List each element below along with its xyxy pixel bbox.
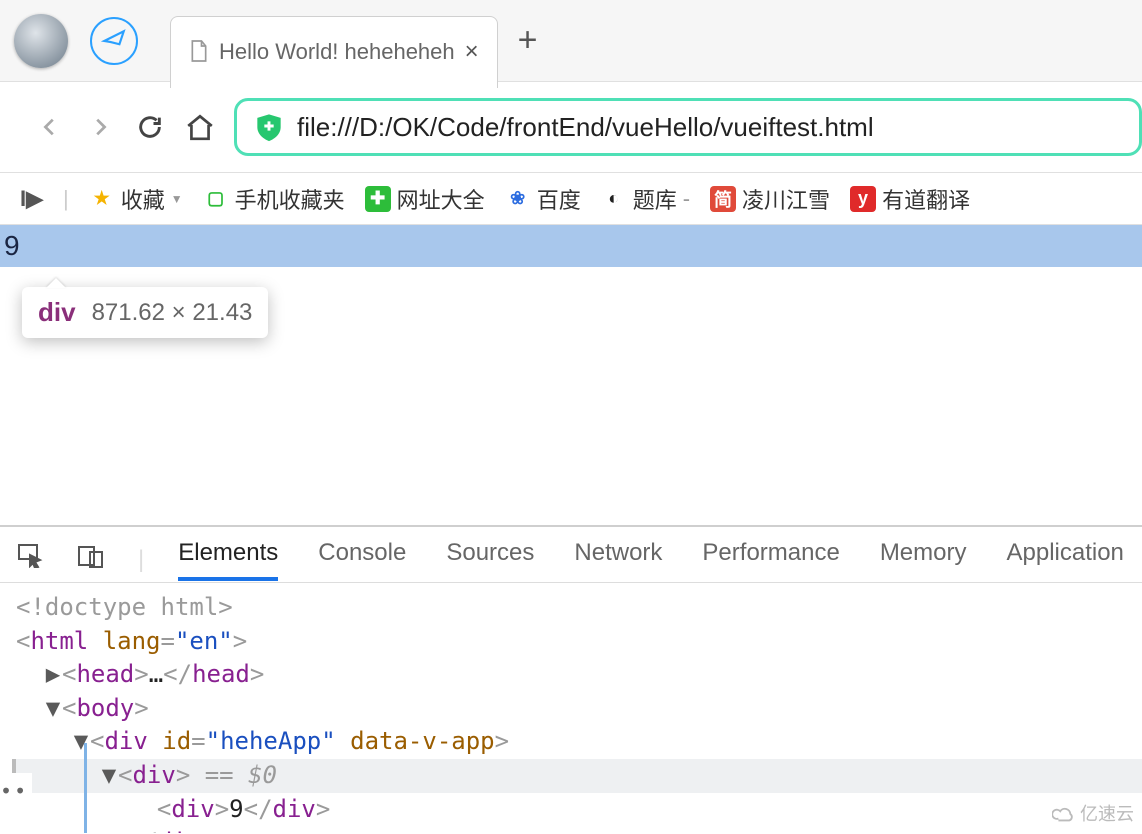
address-bar-row: file:///D:/OK/Code/frontEnd/vueHello/vue…: [0, 82, 1142, 173]
dom-html-open[interactable]: <html lang="en">: [16, 625, 1142, 659]
profile-avatar[interactable]: [14, 14, 68, 68]
collapse-icon[interactable]: ▼: [44, 692, 62, 726]
forward-button[interactable]: [84, 109, 116, 145]
dom-body-open[interactable]: ▼<body>: [16, 692, 1142, 726]
bookmark-label: 收藏: [121, 183, 165, 215]
bookmark-label: 百度: [537, 183, 581, 215]
watermark: 亿速云: [1052, 802, 1134, 827]
browser-tab-active[interactable]: Hello World! heheheheh ×: [170, 16, 498, 88]
devtools-tab-network[interactable]: Network: [574, 539, 662, 581]
dom-doctype: <!doctype html>: [16, 591, 1142, 625]
dom-head-row[interactable]: ▶<head>…</head>: [16, 658, 1142, 692]
url-text: file:///D:/OK/Code/frontEnd/vueHello/vue…: [297, 112, 874, 143]
collapse-icon[interactable]: ▼: [100, 759, 118, 793]
back-button[interactable]: [34, 109, 66, 145]
dom-app-div-open[interactable]: ▼<div id="heheApp" data-v-app>: [16, 725, 1142, 759]
bookmark-label: 凌川江雪: [742, 183, 830, 215]
devtools-tab-performance[interactable]: Performance: [702, 539, 839, 581]
inspected-element-text: 9: [4, 230, 20, 262]
inspected-element-highlight: 9: [0, 225, 1142, 267]
bookmark-icon: y: [850, 186, 876, 212]
bookmark-bar: I▶ | ★收藏▼▢手机收藏夹✚网址大全❀百度◐题库-简凌川江雪y有道翻译: [0, 173, 1142, 225]
devtools-tabbar: | Elements Console Sources Network Performan…: [0, 527, 1142, 583]
compass-icon[interactable]: [90, 17, 138, 65]
bookmark-item-4[interactable]: ◐题库-: [601, 183, 690, 215]
dom-tree-guide-line: [84, 743, 87, 833]
document-icon: [189, 39, 209, 66]
url-field[interactable]: file:///D:/OK/Code/frontEnd/vueHello/vue…: [234, 98, 1142, 156]
bookmark-icon: 简: [710, 186, 736, 212]
chevron-down-icon[interactable]: ▼: [171, 192, 183, 206]
dom-selected-div-open[interactable]: ▼<div> == $0: [12, 759, 1142, 793]
bookmark-label: 有道翻译: [882, 183, 970, 215]
bookmark-item-5[interactable]: 简凌川江雪: [710, 183, 830, 215]
bookmark-icon: ▢: [203, 186, 229, 212]
bookmark-label: 题库: [633, 183, 677, 215]
bookmark-item-1[interactable]: ▢手机收藏夹: [203, 183, 345, 215]
security-shield-icon: [255, 112, 283, 142]
devtools-tab-application[interactable]: Application: [1006, 539, 1123, 581]
browser-titlebar: Hello World! heheheheh × +: [0, 0, 1142, 82]
tab-close-button[interactable]: ×: [465, 38, 479, 66]
inspect-tooltip-dimensions: 871.62 × 21.43: [92, 299, 253, 327]
dom-tree-ellipsis-gutter: •••: [0, 773, 32, 809]
bookmark-icon: ❀: [505, 186, 531, 212]
inspect-tooltip-tagname: div: [38, 297, 76, 328]
tab-title: Hello World! heheheheh: [219, 39, 455, 65]
bookmark-grip-icon[interactable]: I▶: [20, 186, 43, 212]
device-toggle-icon[interactable]: [78, 544, 104, 575]
page-content: 9 div 871.62 × 21.43: [0, 225, 1142, 525]
devtools-tab-sources[interactable]: Sources: [446, 539, 534, 581]
bookmark-dash: -: [683, 186, 690, 212]
devtools-panel: | Elements Console Sources Network Performan…: [0, 525, 1142, 833]
element-selector-icon[interactable]: [18, 544, 44, 575]
collapse-icon[interactable]: ▼: [72, 725, 90, 759]
bookmark-item-6[interactable]: y有道翻译: [850, 183, 970, 215]
bookmark-item-3[interactable]: ❀百度: [505, 183, 581, 215]
bookmark-item-2[interactable]: ✚网址大全: [365, 183, 485, 215]
home-button[interactable]: [184, 109, 216, 145]
bookmark-label: 手机收藏夹: [235, 183, 345, 215]
devtools-tab-console[interactable]: Console: [318, 539, 406, 581]
bookmark-label: 网址大全: [397, 183, 485, 215]
bookmark-icon: ✚: [365, 186, 391, 212]
new-tab-button[interactable]: +: [498, 21, 558, 60]
devtools-tab-memory[interactable]: Memory: [880, 539, 967, 581]
bookmark-separator: |: [63, 186, 69, 212]
bookmark-item-0[interactable]: ★收藏 ▼: [89, 183, 183, 215]
devtools-separator: |: [138, 546, 144, 574]
browser-tabs: Hello World! heheheheh × +: [170, 0, 558, 81]
bookmark-icon: ★: [89, 186, 115, 212]
devtools-elements-tree[interactable]: ••• <!doctype html> <html lang="en"> ▶<h…: [0, 583, 1142, 833]
dom-inner-div[interactable]: <div>9</div>: [16, 793, 1142, 827]
devtools-tab-elements[interactable]: Elements: [178, 539, 278, 581]
expand-icon[interactable]: ▶: [44, 658, 62, 692]
dom-selected-div-close[interactable]: </div>: [16, 826, 1142, 833]
reload-button[interactable]: [134, 109, 166, 145]
bookmark-icon: ◐: [601, 186, 627, 212]
inspect-tooltip: div 871.62 × 21.43: [22, 287, 268, 338]
